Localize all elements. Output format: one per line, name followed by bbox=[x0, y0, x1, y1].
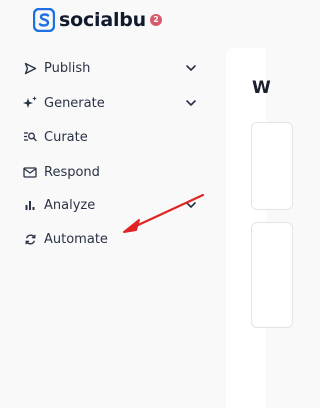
sparkles-icon bbox=[22, 95, 38, 111]
sidebar-item-label: Generate bbox=[44, 95, 105, 111]
sidebar-item-publish[interactable]: Publish bbox=[22, 58, 198, 78]
bar-chart-icon bbox=[22, 197, 38, 213]
sidebar-item-label: Respond bbox=[44, 164, 100, 180]
notification-badge[interactable]: 2 bbox=[150, 14, 162, 26]
chevron-down-icon[interactable] bbox=[184, 198, 198, 212]
send-icon bbox=[22, 60, 38, 76]
content-card bbox=[251, 122, 293, 210]
sidebar-item-generate[interactable]: Generate bbox=[22, 93, 198, 113]
sidebar-item-label: Analyze bbox=[44, 197, 96, 213]
sidebar-item-automate[interactable]: Automate bbox=[22, 229, 198, 249]
sidebar-item-analyze[interactable]: Analyze bbox=[22, 195, 198, 215]
sidebar-item-curate[interactable]: Curate bbox=[22, 127, 198, 147]
brand-name: socialbu bbox=[59, 9, 146, 31]
refresh-icon bbox=[22, 231, 38, 247]
chevron-down-icon[interactable] bbox=[184, 61, 198, 75]
content-card bbox=[251, 222, 293, 328]
mail-icon bbox=[22, 164, 38, 180]
chevron-down-icon[interactable] bbox=[184, 96, 198, 110]
search-list-icon bbox=[22, 129, 38, 145]
main-content-panel: W bbox=[226, 48, 293, 408]
sidebar-item-label: Automate bbox=[44, 231, 108, 247]
sidebar-item-respond[interactable]: Respond bbox=[22, 162, 198, 182]
sidebar-item-label: Publish bbox=[44, 60, 91, 76]
page-title: W bbox=[252, 78, 271, 98]
brand-logo[interactable]: socialbu 2 bbox=[33, 8, 162, 32]
sidebar-item-label: Curate bbox=[44, 129, 88, 145]
socialbu-logo-icon bbox=[33, 8, 55, 32]
